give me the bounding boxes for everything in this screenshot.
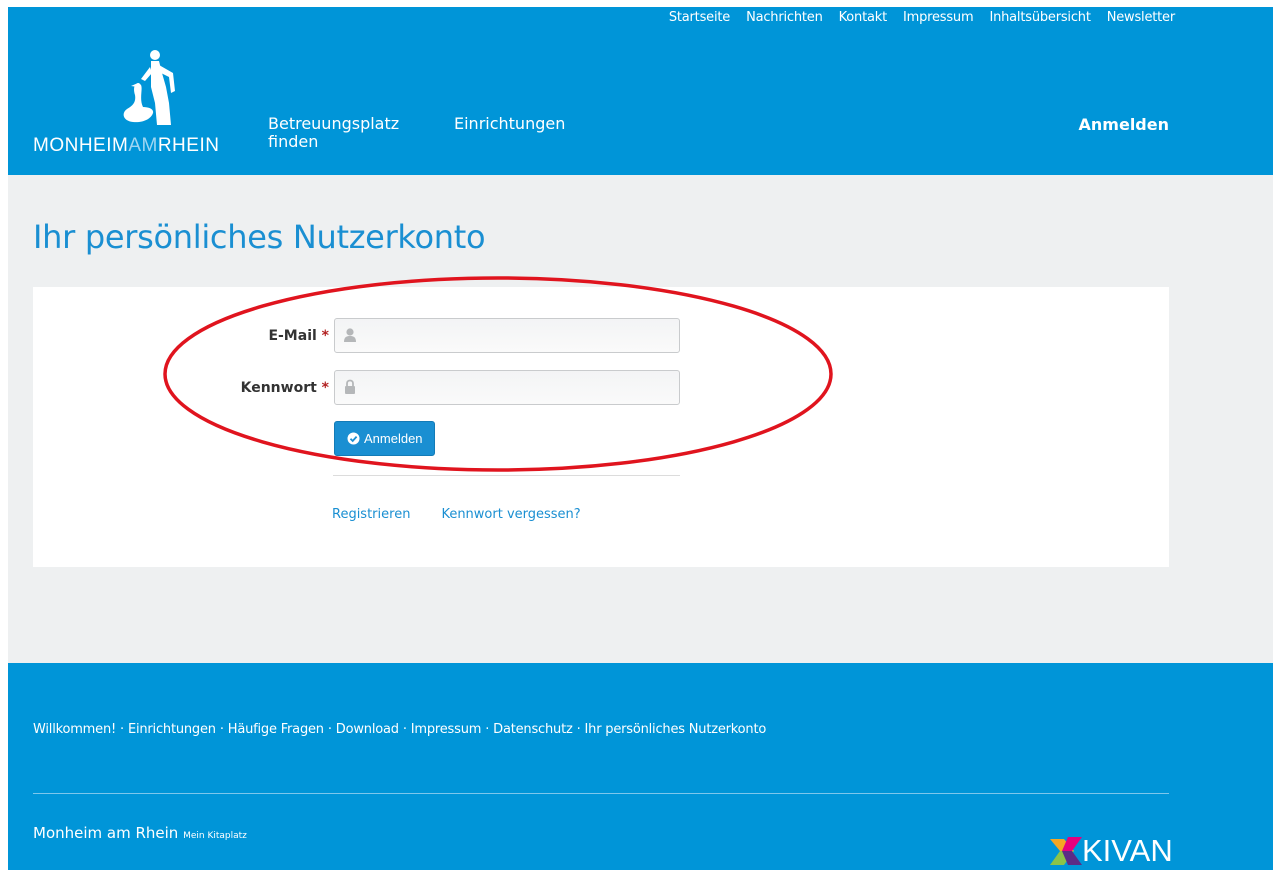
site-footer: Willkommen! · Einrichtungen · Häufige Fragen… <box>8 663 1273 870</box>
footer-separator: · <box>219 722 224 737</box>
email-label-text: E-Mail <box>268 328 317 344</box>
top-nav-inhaltsuebersicht[interactable]: Inhaltsübersicht <box>989 10 1090 25</box>
form-divider <box>333 475 680 476</box>
main-nav-betreuungsplatz-finden[interactable]: Betreuungsplatz finden <box>268 115 408 151</box>
main-nav-item-label-1: Betreuungsplatz <box>268 114 400 133</box>
check-circle-icon <box>347 432 360 445</box>
header-login-link[interactable]: Anmelden <box>1079 115 1169 134</box>
logo-text-monheim: MONHEIM <box>33 135 129 156</box>
footer-brand: Monheim am Rhein Mein Kitaplatz <box>33 824 247 842</box>
logo-text-rhein: RHEIN <box>157 135 220 156</box>
account-links: Registrieren Kennwort vergessen? <box>332 507 581 522</box>
register-link[interactable]: Registrieren <box>332 507 410 522</box>
footer-separator: · <box>120 722 124 737</box>
top-nav-impressum[interactable]: Impressum <box>903 10 974 25</box>
footer-separator: · <box>402 722 407 737</box>
password-field-wrapper <box>334 370 680 405</box>
top-nav-nachrichten[interactable]: Nachrichten <box>746 10 823 25</box>
footer-brand-sub: Mein Kitaplatz <box>183 831 247 841</box>
required-mark: * <box>321 328 329 344</box>
email-field-wrapper <box>334 318 680 353</box>
footer-brand-name: Monheim am Rhein <box>33 824 179 842</box>
footer-link-nutzerkonto[interactable]: Ihr persönliches Nutzerkonto <box>585 722 767 737</box>
footer-divider <box>33 793 1169 794</box>
footer-link-einrichtungen[interactable]: Einrichtungen <box>128 722 216 737</box>
password-label-text: Kennwort <box>240 380 317 396</box>
lock-icon <box>345 379 355 394</box>
user-icon <box>344 328 356 342</box>
password-label: Kennwort * <box>241 380 329 396</box>
footer-link-willkommen[interactable]: Willkommen! <box>33 722 116 737</box>
main-nav: Betreuungsplatz finden Einrichtungen <box>268 115 565 151</box>
login-submit-button[interactable]: Anmelden <box>334 421 435 456</box>
kivan-mark-icon <box>1050 837 1082 865</box>
main-nav-einrichtungen[interactable]: Einrichtungen <box>454 115 565 151</box>
site-header: Startseite Nachrichten Kontakt Impressum… <box>8 7 1273 175</box>
top-nav-newsletter[interactable]: Newsletter <box>1107 10 1175 25</box>
top-nav: Startseite Nachrichten Kontakt Impressum… <box>669 10 1175 25</box>
main-nav-item-label-2: finden <box>268 132 319 151</box>
site-logo[interactable]: MONHEIMAMRHEIN <box>33 47 243 157</box>
login-card: E-Mail * Kennwort * Anmelden Registriere… <box>33 287 1169 567</box>
footer-separator: · <box>576 722 581 737</box>
goose-girl-logo-icon <box>123 50 175 125</box>
required-mark: * <box>321 380 329 396</box>
footer-link-download[interactable]: Download <box>336 722 399 737</box>
email-row: E-Mail * <box>33 318 733 354</box>
page-title: Ihr persönliches Nutzerkonto <box>33 218 486 256</box>
footer-nav: Willkommen! · Einrichtungen · Häufige Fragen… <box>33 722 766 737</box>
main-content: Ihr persönliches Nutzerkonto E-Mail * Ke… <box>8 175 1273 663</box>
logo-text-am: AM <box>128 135 158 156</box>
footer-link-impressum[interactable]: Impressum <box>411 722 482 737</box>
email-input[interactable] <box>365 319 675 352</box>
kivan-logo-text: KIVAN <box>1082 833 1173 868</box>
forgot-password-link[interactable]: Kennwort vergessen? <box>441 507 580 522</box>
footer-separator: · <box>485 722 490 737</box>
kivan-logo[interactable]: KIVAN <box>1048 831 1173 870</box>
password-row: Kennwort * <box>33 370 733 406</box>
footer-separator: · <box>327 722 332 737</box>
email-label: E-Mail * <box>268 328 329 344</box>
top-nav-kontakt[interactable]: Kontakt <box>839 10 888 25</box>
password-input[interactable] <box>365 371 675 404</box>
footer-link-datenschutz[interactable]: Datenschutz <box>493 722 573 737</box>
logo-wordmark: MONHEIMAMRHEIN <box>33 135 219 157</box>
footer-link-haeufige-fragen[interactable]: Häufige Fragen <box>228 722 324 737</box>
login-submit-label: Anmelden <box>364 431 423 446</box>
top-nav-startseite[interactable]: Startseite <box>669 10 730 25</box>
